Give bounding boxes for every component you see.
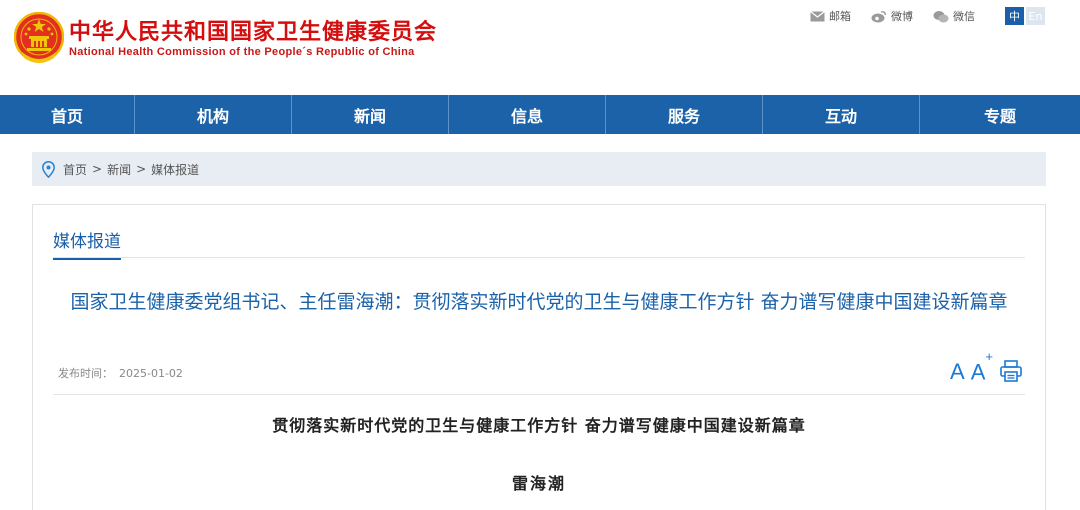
publish-date: 2025-01-02 (119, 367, 183, 380)
breadcrumb-media-reports[interactable]: 媒体报道 (151, 161, 199, 178)
section-divider (53, 257, 1025, 258)
article-author: 雷海潮 (511, 474, 566, 493)
wechat-label: 微信 (953, 10, 975, 23)
wechat-icon (933, 10, 949, 22)
breadcrumb-separator: > (136, 162, 147, 176)
language-switch: 中 En (1003, 7, 1045, 25)
breadcrumb-separator: > (92, 162, 103, 176)
print-icon[interactable] (999, 359, 1023, 383)
publish-time-label: 发布时间： (58, 367, 113, 380)
meta-divider (53, 394, 1025, 395)
article-tools: A A+ (944, 350, 1023, 384)
font-increase-plus: + (985, 348, 993, 364)
weibo-link[interactable]: 微博 (871, 8, 913, 24)
site-header: 中华人民共和国国家卫生健康委员会 National Health Commiss… (0, 0, 1080, 95)
nav-item-information[interactable]: 信息 (449, 95, 606, 134)
font-decrease-button[interactable]: A (950, 361, 965, 383)
article-meta: 发布时间： 2025-01-02 (58, 365, 183, 381)
wechat-link[interactable]: 微信 (933, 8, 975, 24)
nav-item-institutions[interactable]: 机构 (135, 95, 292, 134)
nav-item-news[interactable]: 新闻 (292, 95, 449, 134)
weibo-icon (871, 10, 887, 22)
breadcrumb-home[interactable]: 首页 (63, 161, 87, 178)
national-emblem-icon[interactable] (14, 12, 64, 66)
top-links: 邮箱 微博 微信 中 En (790, 7, 1045, 25)
site-subtitle: National Health Commission of the People… (69, 46, 415, 58)
site-title[interactable]: 中华人民共和国国家卫生健康委员会 (69, 14, 437, 46)
article-container: 媒体报道 国家卫生健康委党组书记、主任雷海潮：贯彻落实新时代党的卫生与健康工作方… (32, 204, 1046, 510)
mail-label: 邮箱 (829, 10, 851, 23)
body-subtitle: 贯彻落实新时代党的卫生与健康工作方针 奋力谱写健康中国建设新篇章 (272, 416, 806, 435)
nav-item-home[interactable]: 首页 (0, 95, 135, 134)
nav-item-interaction[interactable]: 互动 (763, 95, 920, 134)
weibo-label: 微博 (891, 10, 913, 23)
section-title: 媒体报道 (53, 227, 121, 260)
lang-zh-button[interactable]: 中 (1005, 7, 1024, 25)
mail-icon (810, 10, 825, 21)
mail-link[interactable]: 邮箱 (810, 8, 851, 24)
article-title: 国家卫生健康委党组书记、主任雷海潮：贯彻落实新时代党的卫生与健康工作方针 奋力谱… (70, 291, 1008, 313)
breadcrumb-news[interactable]: 新闻 (107, 161, 131, 178)
font-increase-button[interactable]: A+ (970, 350, 993, 384)
location-pin-icon (42, 160, 55, 178)
nav-item-services[interactable]: 服务 (606, 95, 763, 134)
nav-item-topics[interactable]: 专题 (920, 95, 1080, 134)
lang-en-button[interactable]: En (1026, 7, 1045, 25)
font-increase-label: A (970, 359, 986, 384)
breadcrumb: 首页 > 新闻 > 媒体报道 (32, 152, 1046, 186)
main-nav: 首页 机构 新闻 信息 服务 互动 专题 (0, 95, 1080, 134)
